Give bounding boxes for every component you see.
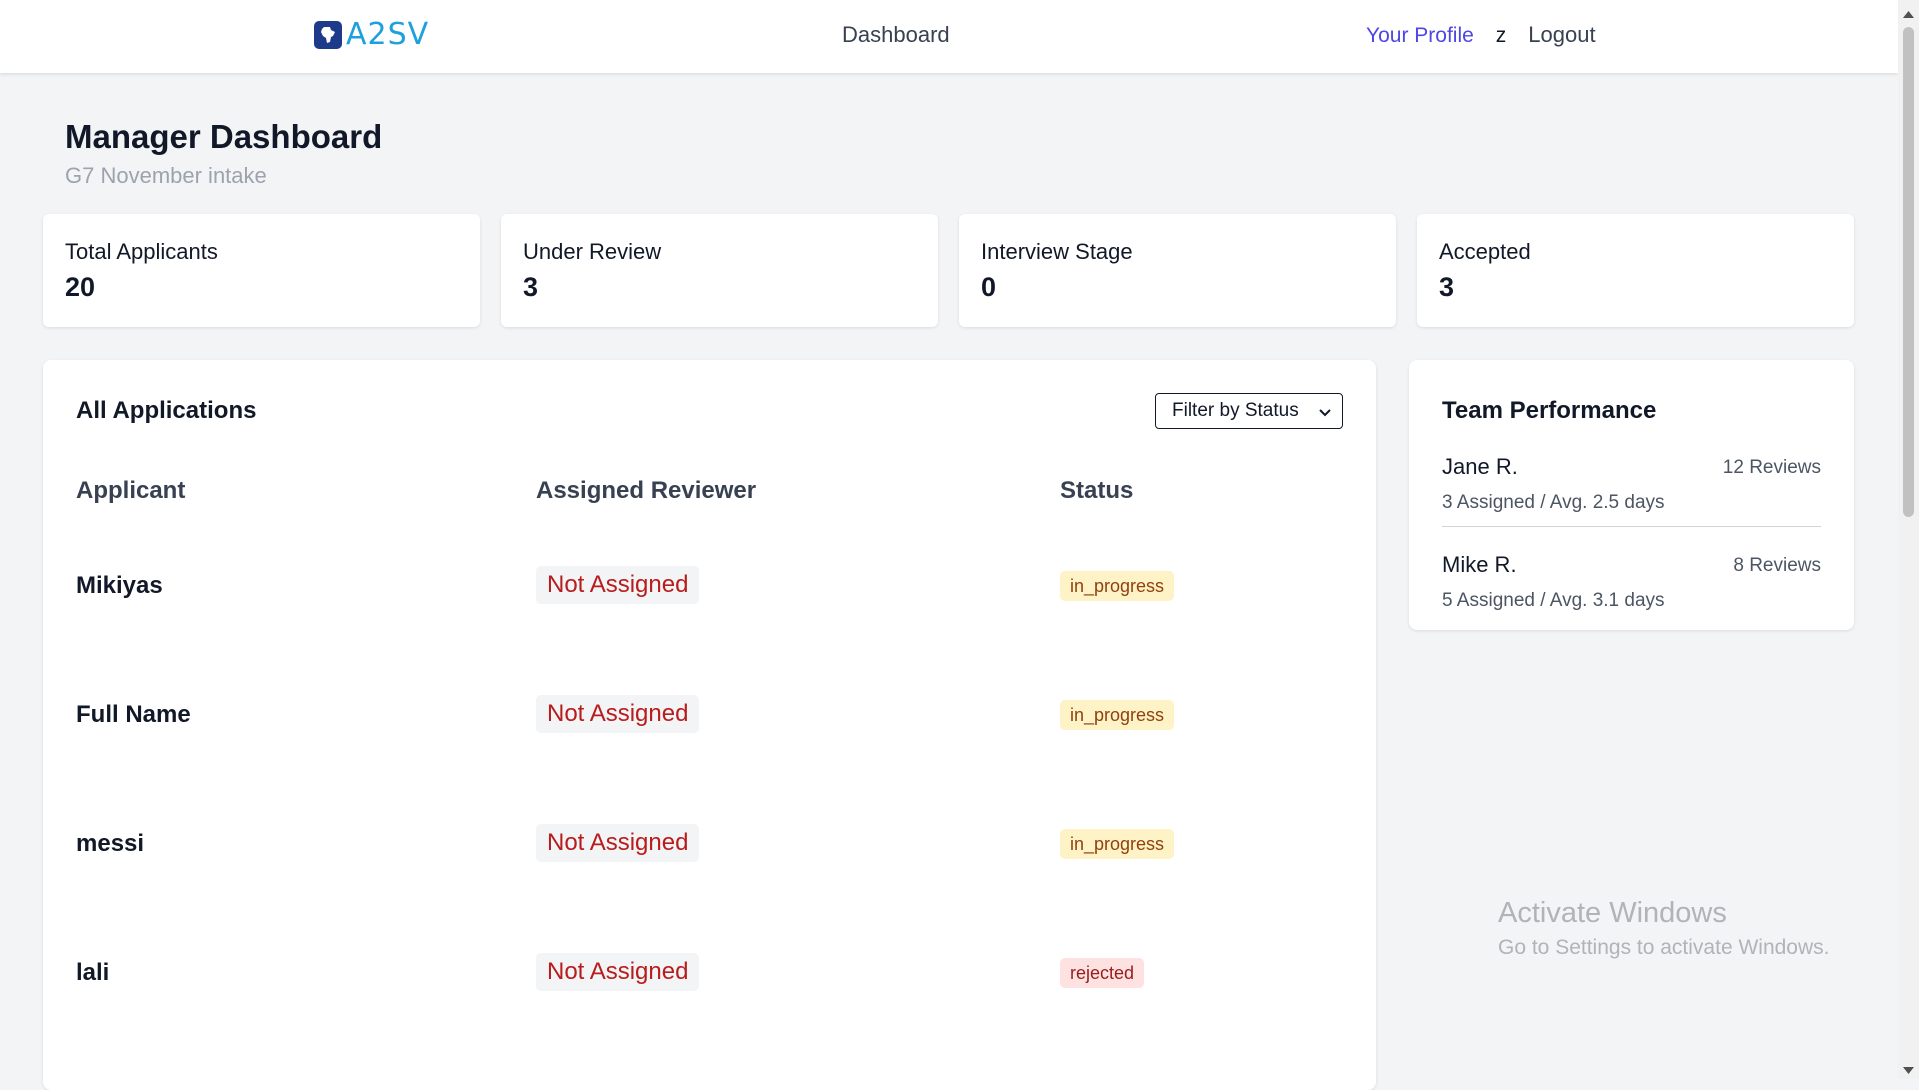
stat-label: Total Applicants — [65, 239, 218, 264]
logout-button[interactable]: Logout — [1528, 22, 1595, 48]
scrollbar-thumb[interactable] — [1903, 27, 1914, 517]
applicant-name: messi — [76, 830, 145, 857]
status-badge: rejected — [1060, 958, 1145, 988]
stat-label: Under Review — [523, 239, 662, 264]
status-badge: in_progress — [1060, 700, 1175, 730]
team-performance-title: Team Performance — [1442, 397, 1657, 424]
scroll-down-arrow-icon[interactable] — [1903, 1062, 1914, 1080]
status-badge: in_progress — [1060, 571, 1175, 601]
column-header-status: Status — [1060, 477, 1134, 504]
table-row[interactable]: Mikiyas Not Assigned in_progress — [43, 566, 1376, 606]
stat-value: 3 — [523, 272, 539, 302]
a2sv-logo[interactable]: A2SV — [314, 17, 430, 52]
applications-title: All Applications — [76, 397, 257, 424]
stat-value: 0 — [981, 272, 997, 302]
chevron-down-icon — [1318, 403, 1332, 425]
applications-panel: All Applications Filter by Status Applic… — [43, 360, 1376, 1090]
top-navbar: A2SV Dashboard Your Profile z Logout — [0, 0, 1898, 73]
member-assignment-meta: 5 Assigned / Avg. 3.1 days — [1442, 590, 1665, 611]
stat-card-interview-stage: Interview Stage 0 — [959, 214, 1396, 327]
stat-value: 3 — [1439, 272, 1455, 302]
reviewer-badge: Not Assigned — [536, 953, 700, 991]
team-performance-panel: Team Performance Jane R. 12 Reviews 3 As… — [1409, 360, 1854, 630]
stat-card-accepted: Accepted 3 — [1417, 214, 1854, 327]
nav-user-menu: Your Profile z Logout — [1366, 22, 1596, 48]
user-initial: z — [1495, 24, 1507, 47]
member-name: Mike R. — [1442, 552, 1517, 577]
page-scrollbar[interactable] — [1898, 0, 1919, 1079]
member-name: Jane R. — [1442, 454, 1518, 479]
stat-label: Interview Stage — [981, 239, 1133, 264]
africa-map-icon — [314, 21, 342, 49]
applicant-name: Mikiyas — [76, 572, 163, 599]
nav-dashboard-link[interactable]: Dashboard — [842, 22, 950, 48]
table-row[interactable]: Full Name Not Assigned in_progress — [43, 695, 1376, 735]
status-filter-select[interactable]: Filter by Status — [1155, 393, 1343, 429]
column-header-applicant: Applicant — [76, 477, 186, 504]
stat-card-under-review: Under Review 3 — [501, 214, 938, 327]
page-title: Manager Dashboard — [65, 118, 383, 155]
activate-windows-watermark-subtitle: Go to Settings to activate Windows. — [1498, 936, 1830, 959]
member-assignment-meta: 3 Assigned / Avg. 2.5 days — [1442, 492, 1665, 513]
divider — [1442, 526, 1821, 527]
team-member-row: Jane R. 12 Reviews 3 Assigned / Avg. 2.5… — [1442, 454, 1821, 534]
team-member-row: Mike R. 8 Reviews 5 Assigned / Avg. 3.1 … — [1442, 552, 1821, 632]
reviewer-badge: Not Assigned — [536, 695, 700, 733]
member-review-count: 8 Reviews — [1733, 555, 1821, 576]
applicant-name: lali — [76, 959, 110, 986]
logo-wordmark: A2SV — [346, 17, 430, 52]
stat-card-total-applicants: Total Applicants 20 — [43, 214, 480, 327]
activate-windows-watermark-title: Activate Windows — [1498, 897, 1727, 929]
stat-value: 20 — [65, 272, 96, 302]
applicant-name: Full Name — [76, 701, 191, 728]
reviewer-badge: Not Assigned — [536, 566, 700, 604]
page-subtitle: G7 November intake — [65, 163, 267, 188]
member-review-count: 12 Reviews — [1722, 457, 1821, 478]
table-row[interactable]: messi Not Assigned in_progress — [43, 824, 1376, 864]
stat-label: Accepted — [1439, 239, 1531, 264]
scroll-up-arrow-icon[interactable] — [1903, 5, 1914, 23]
table-row[interactable]: lali Not Assigned rejected — [43, 953, 1376, 993]
status-badge: in_progress — [1060, 829, 1175, 859]
reviewer-badge: Not Assigned — [536, 824, 700, 862]
column-header-assigned-reviewer: Assigned Reviewer — [536, 477, 757, 504]
filter-selected-value: Filter by Status — [1172, 400, 1299, 421]
your-profile-link[interactable]: Your Profile — [1366, 24, 1474, 48]
